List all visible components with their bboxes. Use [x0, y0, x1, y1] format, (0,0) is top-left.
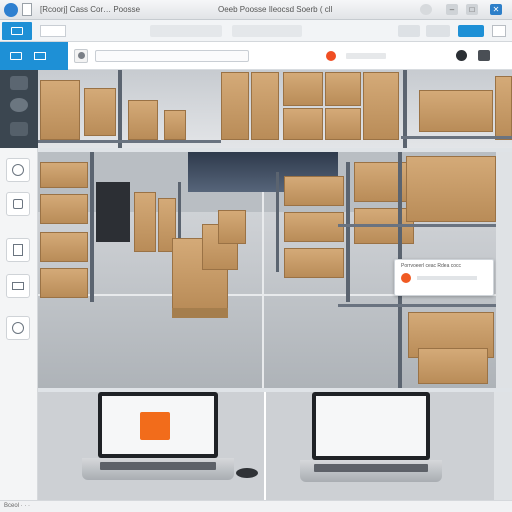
- user-icon[interactable]: [10, 98, 28, 112]
- pallet: [172, 308, 228, 318]
- minimize-icon[interactable]: –: [446, 4, 458, 15]
- toolbar-button-2[interactable]: [426, 25, 450, 37]
- account-icon[interactable]: [420, 4, 432, 15]
- laptop-tile-2[interactable]: [266, 392, 512, 500]
- window-title: Oeeb Poosse Ileocsd Soerb ( cll: [218, 5, 333, 14]
- sidebar-item-3[interactable]: [6, 238, 30, 262]
- title-bar: [Rcoorj] Cass Cor… Poosse Oeeb Poosse Il…: [0, 0, 512, 20]
- window-icon[interactable]: [10, 52, 22, 60]
- avatar-icon[interactable]: [74, 49, 88, 63]
- photo-tile-3[interactable]: [401, 70, 512, 148]
- laptop-display: [316, 396, 426, 456]
- laptop-keyboard: [82, 458, 234, 480]
- browser-icon[interactable]: [2, 22, 32, 40]
- notification-text: Porrvoeerl ceac Rdea cocc: [401, 263, 462, 269]
- laptop-screen: [98, 392, 218, 458]
- sidebar-header: [0, 70, 38, 148]
- menu-icon[interactable]: [492, 25, 506, 37]
- document-icon[interactable]: [22, 3, 32, 16]
- globe-icon: [12, 322, 24, 334]
- search-icon: [12, 164, 24, 176]
- hanging-garments: [96, 182, 130, 242]
- folder-icon[interactable]: [34, 52, 46, 60]
- notification-card[interactable]: Porrvoeerl ceac Rdea cocc: [394, 259, 494, 296]
- mouse-icon: [236, 468, 258, 478]
- header-bar: [0, 42, 512, 70]
- toolbar-button[interactable]: [398, 25, 420, 37]
- notification-label: [346, 53, 386, 59]
- photo-edge: [496, 152, 512, 388]
- bell-icon[interactable]: [456, 50, 467, 61]
- photo-edge: [494, 392, 512, 500]
- close-icon[interactable]: ✕: [490, 4, 502, 15]
- app-title: [Rcoorj] Cass Cor… Poosse: [40, 5, 141, 14]
- photo-tile-1[interactable]: [38, 70, 221, 148]
- notification-icon[interactable]: [326, 51, 336, 61]
- sidebar-item-1[interactable]: [6, 158, 30, 182]
- nav-panel: [0, 42, 68, 70]
- notification-line: [417, 276, 477, 280]
- sidebar-item-5[interactable]: [6, 316, 30, 340]
- home-icon[interactable]: [10, 76, 28, 90]
- sidebar: [0, 70, 38, 512]
- status-bar: Bceol · · ·: [0, 500, 512, 512]
- cart-icon: [12, 282, 24, 290]
- laptop-display: [102, 396, 214, 454]
- folder-icon[interactable]: [10, 122, 28, 136]
- laptop-keyboard: [300, 460, 442, 482]
- sidebar-item-4[interactable]: [6, 274, 30, 298]
- laptop-tile-1[interactable]: [38, 392, 264, 500]
- sidebar-item-2[interactable]: [6, 192, 30, 216]
- gear-icon: [13, 199, 23, 209]
- settings-icon[interactable]: [478, 50, 490, 61]
- toolbar: [0, 20, 512, 42]
- photo-tile-2[interactable]: [221, 70, 401, 148]
- primary-toolbar-button[interactable]: [458, 25, 484, 37]
- document-icon: [13, 244, 23, 256]
- tab-strip-2[interactable]: [232, 25, 302, 37]
- search-input[interactable]: [95, 50, 249, 62]
- orange-app-icon[interactable]: [140, 412, 170, 440]
- tab-strip[interactable]: [150, 25, 222, 37]
- laptop-screen: [312, 392, 430, 460]
- maximize-icon[interactable]: □: [466, 4, 478, 15]
- tab-button[interactable]: [40, 25, 66, 37]
- status-text: Bceol · · ·: [4, 503, 31, 509]
- app-icon[interactable]: [4, 3, 18, 17]
- alert-icon: [401, 273, 411, 283]
- grid-line: [262, 192, 264, 388]
